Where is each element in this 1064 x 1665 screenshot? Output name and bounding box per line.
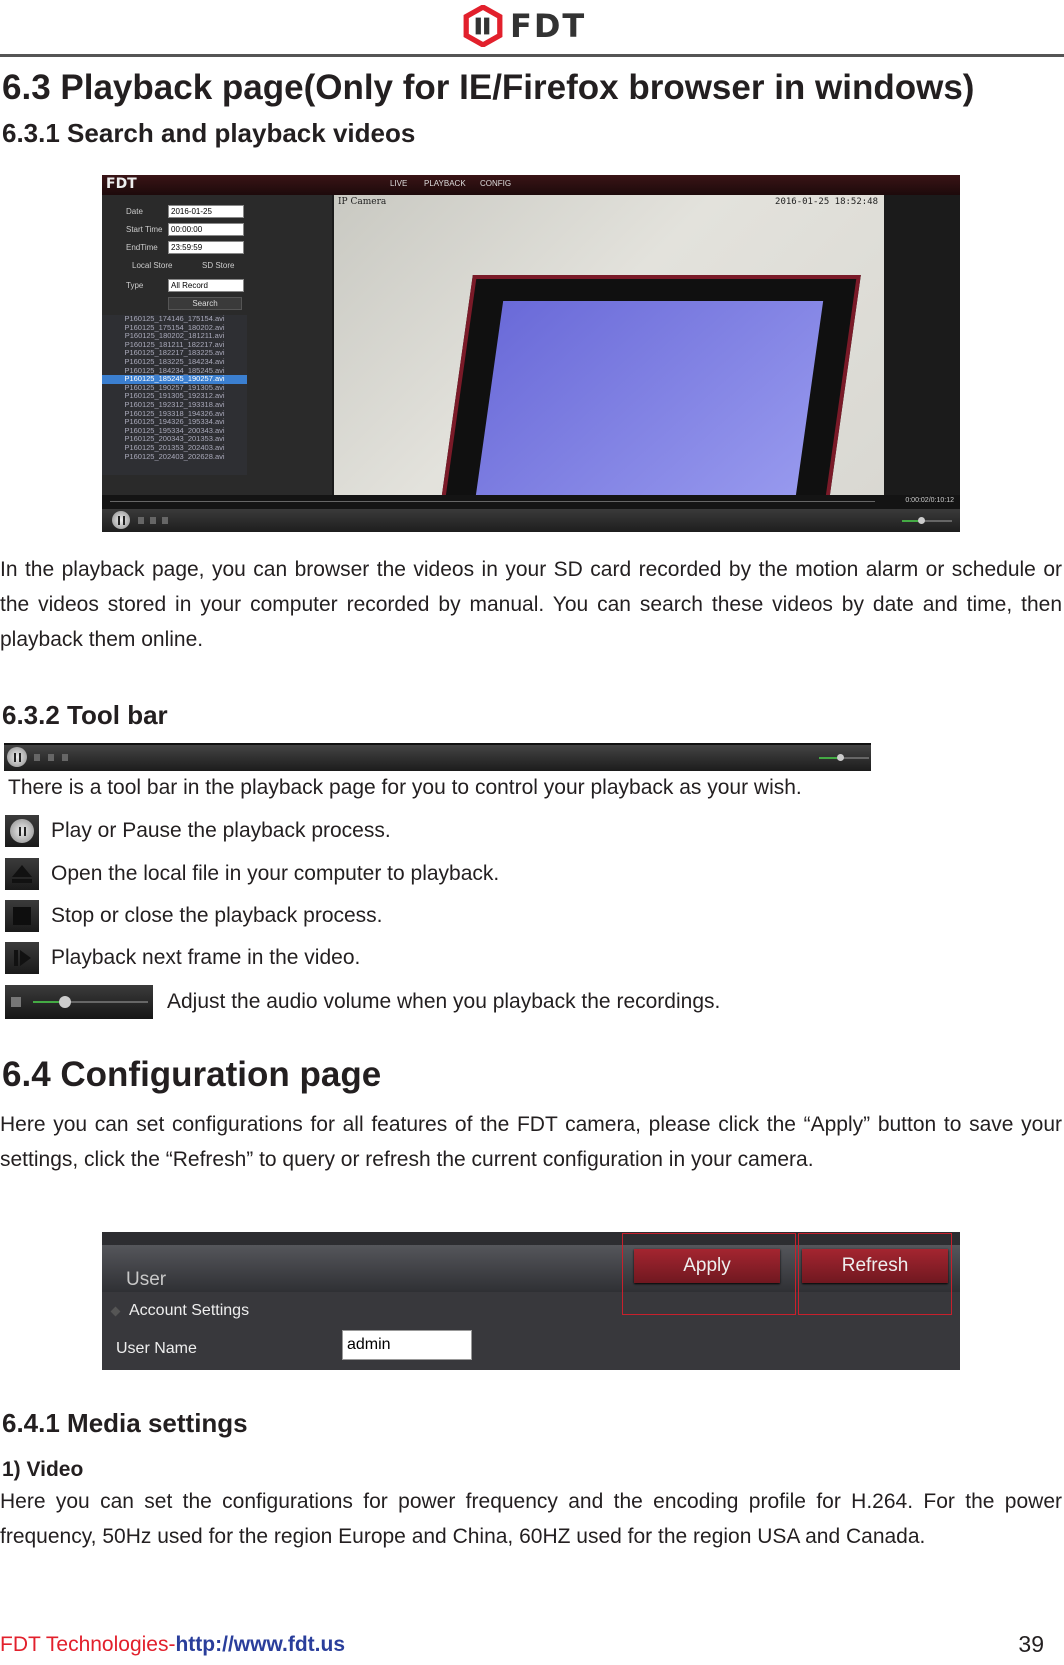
footer-company: FDT Technologies-http://www.fdt.us: [0, 1633, 345, 1657]
volume-knob[interactable]: [918, 517, 925, 524]
video-view: IP Camera 2016-01-25 18:52:48: [334, 195, 884, 495]
section-6-4-description: Here you can set configurations for all …: [0, 1113, 1062, 1171]
playback-top-bar: FDT LIVE PLAYBACK CONFIG: [102, 175, 960, 195]
video-frame-screen: [469, 301, 824, 495]
diamond-icon: [110, 1306, 121, 1316]
legend-eject: Open the local file in your computer to …: [5, 858, 499, 890]
config-section-label: User: [126, 1269, 167, 1290]
legend-eject-text: Open the local file in your computer to …: [51, 862, 500, 885]
pause-icon: [117, 515, 125, 525]
nav-playback[interactable]: PLAYBACK: [424, 179, 466, 188]
username-label: User Name: [116, 1340, 197, 1357]
section-6-3-2-title: 6.3.2 Tool bar: [2, 700, 168, 730]
eject-glyph: [12, 865, 32, 883]
toolbar-intro: There is a tool bar in the playback page…: [8, 776, 802, 799]
pause-button[interactable]: [112, 511, 130, 529]
date-field[interactable]: 2016-01-25: [168, 205, 244, 218]
legend-next-frame-text: Playback next frame in the video.: [51, 946, 361, 969]
footer-company-name: FDT Technologies-: [0, 1633, 176, 1656]
legend-pause-text: Play or Pause the playback process.: [51, 819, 391, 842]
legend-pause: Play or Pause the playback process.: [5, 815, 391, 847]
seek-track[interactable]: [110, 501, 875, 502]
video-heading: 1) Video: [2, 1458, 84, 1481]
playback-brand: FDT: [106, 176, 137, 192]
nav-config[interactable]: CONFIG: [480, 179, 511, 188]
logo-text: FDT: [510, 7, 587, 45]
toolbar-volume-knob[interactable]: [837, 754, 844, 761]
type-label: Type: [126, 281, 144, 290]
toolbar-stop-icon[interactable]: [48, 754, 54, 761]
file-list[interactable]: P160125_174146_175154.avi P160125_175154_…: [102, 314, 247, 475]
legend-volume-text: Adjust the audio volume when you playbac…: [167, 990, 721, 1013]
local-store-radio[interactable]: Local Store: [132, 261, 172, 270]
playback-sidebar: Date 2016-01-25 Start Time 00:00:00 EndT…: [102, 195, 332, 495]
type-select[interactable]: All Record: [168, 279, 244, 292]
speaker-icon: [11, 997, 21, 1007]
footer-url-link[interactable]: http://www.fdt.us: [175, 1633, 345, 1656]
legend-volume: Adjust the audio volume when you playbac…: [5, 985, 720, 1019]
username-input[interactable]: admin: [342, 1330, 472, 1360]
pause-icon: [5, 815, 39, 847]
stop-glyph: [13, 907, 31, 925]
camera-timestamp: 2016-01-25 18:52:48: [775, 197, 878, 207]
section-6-4-1-title: 6.4.1 Media settings: [2, 1408, 248, 1438]
pause-icon: [13, 752, 21, 762]
fdt-logo: FDT: [462, 5, 587, 47]
eject-icon[interactable]: [138, 517, 144, 524]
section-6-4-title: 6.4 Configuration page: [2, 1055, 382, 1094]
seek-bar[interactable]: 0:00:02/0:10:12: [102, 495, 960, 509]
camera-title: IP Camera: [338, 197, 387, 207]
playback-controls: [102, 509, 960, 532]
section-6-3-1-title: 6.3.1 Search and playback videos: [2, 118, 416, 148]
header-divider: [0, 54, 1064, 57]
fdt-logo-icon: [463, 5, 503, 47]
date-label: Date: [126, 207, 143, 216]
account-settings-group: Account Settings: [110, 1302, 250, 1320]
config-screenshot: User Apply Refresh Account Settings User…: [102, 1232, 960, 1370]
start-time-field[interactable]: 00:00:00: [168, 223, 244, 236]
page-number: 39: [1018, 1631, 1044, 1657]
video-frame-monitor: [435, 275, 861, 495]
toolbar-eject-icon[interactable]: [34, 754, 40, 761]
eject-icon: [5, 858, 39, 890]
next-frame-glyph: [14, 950, 31, 966]
apply-highlight-box: [622, 1233, 796, 1315]
pause-bars: [18, 826, 26, 836]
toolbar-strip: [4, 743, 871, 771]
stop-icon: [5, 900, 39, 932]
section-6-3-title: 6.3 Playback page(Only for IE/Firefox br…: [2, 68, 975, 107]
video-description: Here you can set the configurations for …: [0, 1490, 1062, 1548]
legend-next-frame: Playback next frame in the video.: [5, 942, 360, 974]
sd-store-radio[interactable]: SD Store: [202, 261, 234, 270]
stop-icon[interactable]: [150, 517, 156, 524]
legend-stop-text: Stop or close the playback process.: [51, 904, 383, 927]
volume-slider: [5, 985, 153, 1019]
pause-button-glyph: [10, 819, 34, 843]
legend-stop: Stop or close the playback process.: [5, 900, 383, 932]
search-button[interactable]: Search: [168, 297, 242, 310]
next-frame-icon: [5, 942, 39, 974]
file-list-item[interactable]: P160125_202403_202628.avi: [102, 452, 247, 462]
refresh-highlight-box: [798, 1233, 952, 1315]
playback-time: 0:00:02/0:10:12: [905, 497, 954, 504]
end-time-field[interactable]: 23:59:59: [168, 241, 244, 254]
toolbar-next-frame-icon[interactable]: [62, 754, 68, 761]
end-time-label: EndTime: [126, 243, 158, 252]
section-6-3-1-description: In the playback page, you can browser th…: [0, 558, 1062, 651]
next-frame-icon[interactable]: [162, 517, 168, 524]
volume-slider-knob: [59, 996, 71, 1008]
playback-screenshot: FDT LIVE PLAYBACK CONFIG Date 2016-01-25…: [102, 175, 960, 532]
toolbar-pause-button[interactable]: [7, 747, 27, 767]
toolbar-volume-fill: [819, 757, 839, 759]
start-time-label: Start Time: [126, 225, 163, 234]
account-settings-label: Account Settings: [129, 1302, 250, 1319]
nav-live[interactable]: LIVE: [390, 179, 407, 188]
